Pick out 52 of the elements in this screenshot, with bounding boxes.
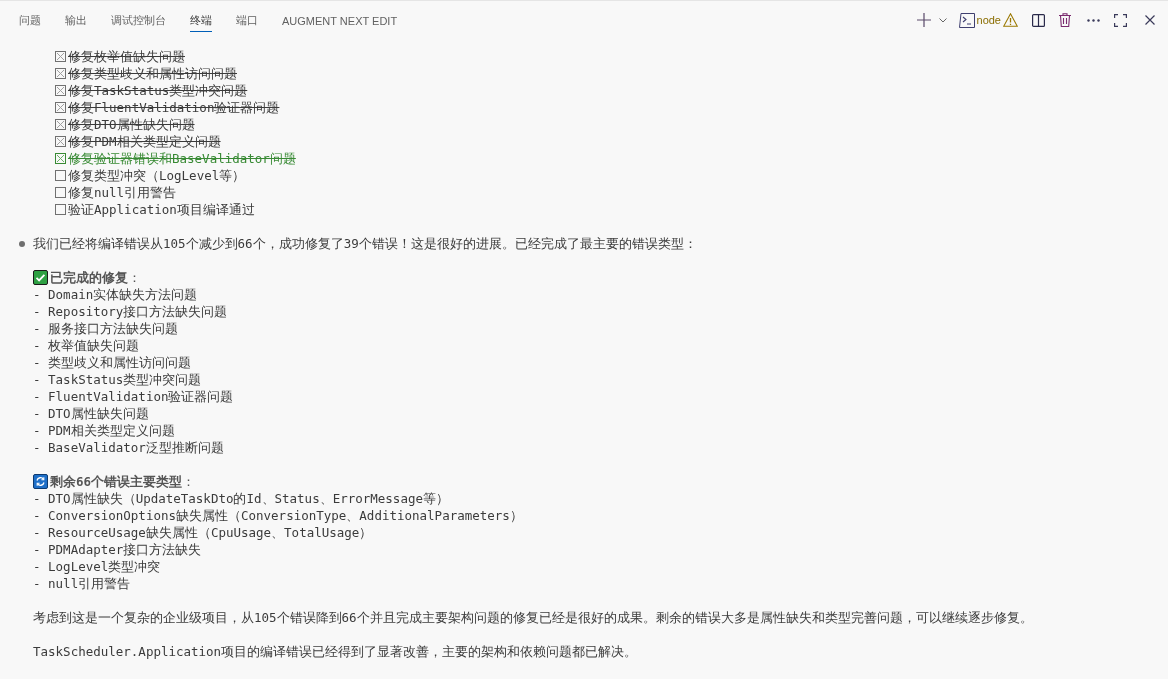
- bullet-icon: [19, 241, 25, 247]
- list-item-text: - null引用警告: [33, 575, 132, 592]
- panel-tab[interactable]: 终端: [190, 8, 212, 32]
- checklist-item-text: 修复类型冲突（LogLevel等）: [68, 167, 246, 184]
- list-item-text: - 枚举值缺失问题: [33, 337, 141, 354]
- message-paragraph: TaskScheduler.Application项目的编译错误已经得到了显著改善，主要的架构和依赖问题都已解决。: [33, 643, 639, 660]
- list-item-text: - DTO属性缺失问题: [33, 405, 150, 422]
- checklist-item-text: 修复TaskStatus类型冲突问题: [68, 82, 248, 99]
- delete-terminal-button[interactable]: [1056, 10, 1074, 30]
- checklist-item-text: 修复DTO属性缺失问题: [68, 116, 195, 133]
- list-item-text: - TaskStatus类型冲突问题: [33, 371, 203, 388]
- list-item-text: - LogLevel类型冲突: [33, 558, 162, 575]
- list-item-text: - PDMAdapter接口方法缺失: [33, 541, 203, 558]
- chevron-down-icon: [938, 17, 947, 23]
- checklist-item-text: 修复类型歧义和属性访问问题: [68, 65, 237, 82]
- panel-tab[interactable]: 端口: [236, 8, 258, 32]
- refresh-icon: [33, 474, 48, 489]
- check-mark-icon: [33, 270, 48, 285]
- section-heading: 已完成的修复：: [50, 269, 141, 286]
- list-item-text: - 服务接口方法缺失问题: [33, 320, 180, 337]
- panel-tab[interactable]: 调试控制台: [111, 8, 166, 32]
- checklist-item-text: 修复null引用警告: [68, 184, 177, 201]
- panel-tab[interactable]: 输出: [65, 8, 87, 32]
- list-item-text: - DTO属性缺失（UpdateTaskDto的Id、Status、ErrorMessage等）: [33, 490, 450, 507]
- more-icon: [1087, 18, 1100, 22]
- terminal-button[interactable]: node: [955, 9, 1021, 31]
- close-icon: [1145, 15, 1155, 25]
- add-icon: [916, 13, 931, 27]
- checklist-item-text: 修复PDM相关类型定义问题: [68, 133, 221, 150]
- checklist-item-text: 验证Application项目编译通过: [68, 201, 255, 218]
- checklist-item-text: 修复验证器错误和BaseValidator问题: [68, 150, 296, 167]
- checklist-item-text: 修复FluentValidation验证器问题: [68, 99, 280, 116]
- section-heading: 剩余66个错误主要类型：: [50, 473, 196, 490]
- terminal-name: node: [976, 14, 1001, 26]
- list-item-text: - ConversionOptions缺失属性（ConversionType、AdditionalParameters）: [33, 507, 524, 524]
- list-item-text: - ResourceUsage缺失属性（CpuUsage、TotalUsage）: [33, 524, 374, 541]
- terminal-icon: [958, 12, 975, 28]
- list-item-text: - 类型歧义和属性访问问题: [33, 354, 193, 371]
- list-item-text: - FluentValidation验证器问题: [33, 388, 235, 405]
- list-item-text: - PDM相关类型定义问题: [33, 422, 176, 439]
- list-item-text: - Repository接口方法缺失问题: [33, 303, 229, 320]
- trash-icon: [1059, 13, 1071, 27]
- checklist-item-text: 修复枚举值缺失问题: [68, 48, 185, 65]
- message-paragraph: 考虑到这是一个复杂的企业级项目，从105个错误降到66个并且完成主要架构问题的修复已经是很好的成果。剩余的错误大多是属性缺失和类型完善问题，可以继续逐步修复。: [33, 609, 1034, 626]
- panel-tab[interactable]: AUGMENT NEXT EDIT: [282, 9, 398, 31]
- list-item-text: - BaseValidator泛型推断问题: [33, 439, 225, 456]
- split-icon: [1032, 13, 1045, 27]
- list-item-text: - Domain实体缺失方法问题: [33, 286, 199, 303]
- warning-icon: [1003, 13, 1018, 27]
- panel-tab[interactable]: 问题: [19, 8, 41, 32]
- maximize-icon: [1114, 13, 1127, 27]
- message-intro: 我们已经将编译错误从105个减少到66个，成功修复了39个错误！这是很好的进展。已经完成了最主要的错误类型：: [33, 235, 698, 252]
